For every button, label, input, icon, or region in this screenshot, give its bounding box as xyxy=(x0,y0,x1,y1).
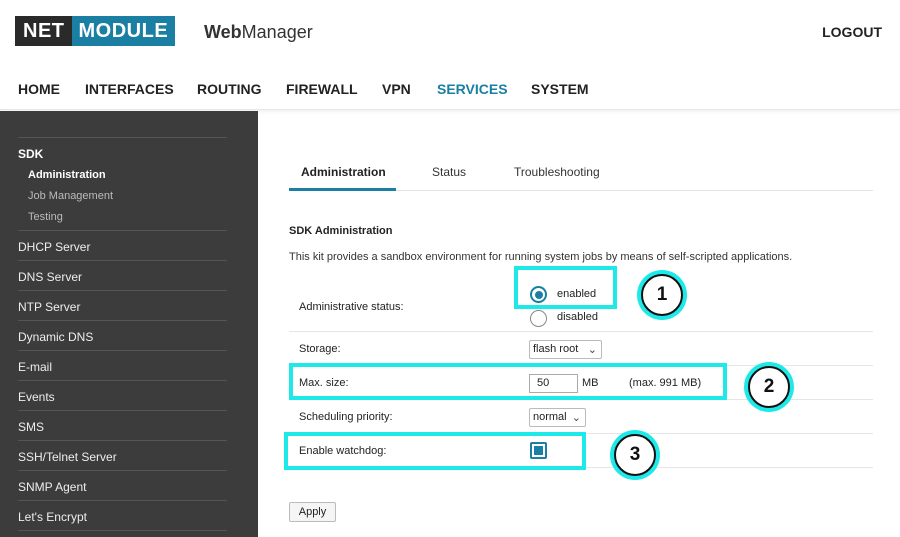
app-title-rest: Manager xyxy=(241,22,313,42)
sidebar-divider xyxy=(18,320,227,321)
sidebar-sub-testing[interactable]: Testing xyxy=(28,210,63,224)
nav-interfaces[interactable]: INTERFACES xyxy=(85,81,174,97)
nav-routing[interactable]: ROUTING xyxy=(197,81,262,97)
admin-status-label: Administrative status: xyxy=(299,301,404,313)
highlight-box-admin-status xyxy=(514,266,617,309)
annotation-badge-3: 3 xyxy=(614,434,656,476)
sidebar-divider xyxy=(18,380,227,381)
sidebar-item-ntp-server[interactable]: NTP Server xyxy=(18,300,80,314)
storage-select[interactable]: flash root ⌄ xyxy=(529,340,602,359)
active-tab-indicator xyxy=(289,188,396,191)
tab-administration[interactable]: Administration xyxy=(301,165,386,179)
nav-home[interactable]: HOME xyxy=(18,81,60,97)
radio-disabled[interactable] xyxy=(530,310,547,327)
annotation-badge-1: 1 xyxy=(641,274,683,316)
sidebar-sub-administration[interactable]: Administration xyxy=(28,168,106,182)
annotation-badge-2: 2 xyxy=(748,366,790,408)
section-title: SDK Administration xyxy=(289,225,393,237)
logout-link[interactable]: LOGOUT xyxy=(822,24,882,40)
radio-disabled-label: disabled xyxy=(557,311,598,323)
nav-firewall[interactable]: FIREWALL xyxy=(286,81,358,97)
highlight-box-max-size xyxy=(289,363,727,400)
sidebar-divider xyxy=(18,440,227,441)
nav-services[interactable]: SERVICES xyxy=(437,81,508,97)
section-description: This kit provides a sandbox environment … xyxy=(289,251,793,263)
logo-module-text: MODULE xyxy=(71,16,176,46)
app-title: WebManager xyxy=(204,22,313,42)
sidebar-divider xyxy=(18,137,227,138)
chevron-down-icon: ⌄ xyxy=(587,344,597,356)
logo-net-text: NET xyxy=(15,16,72,46)
sidebar-divider xyxy=(18,410,227,411)
storage-select-value: flash root xyxy=(533,343,579,355)
nav-system[interactable]: SYSTEM xyxy=(531,81,589,97)
sidebar-item-dhcp-server[interactable]: DHCP Server xyxy=(18,240,90,254)
sidebar-item-lets-encrypt[interactable]: Let's Encrypt xyxy=(18,510,87,524)
sidebar-divider xyxy=(18,350,227,351)
sidebar: SDK Administration Job Management Testin… xyxy=(0,111,258,537)
sidebar-item-sdk[interactable]: SDK xyxy=(18,147,43,161)
sidebar-sub-job-management[interactable]: Job Management xyxy=(28,189,113,203)
sidebar-divider xyxy=(18,530,227,531)
sidebar-divider xyxy=(18,260,227,261)
netmodule-logo: NET MODULE xyxy=(15,16,176,46)
sidebar-item-sms[interactable]: SMS xyxy=(18,420,44,434)
header: NET MODULE WebManager LOGOUT xyxy=(0,0,900,62)
sidebar-item-email[interactable]: E-mail xyxy=(18,360,52,374)
sidebar-item-dynamic-dns[interactable]: Dynamic DNS xyxy=(18,330,93,344)
row-divider xyxy=(289,331,873,332)
scheduling-priority-select[interactable]: normal ⌄ xyxy=(529,408,586,427)
sidebar-divider xyxy=(18,500,227,501)
sidebar-item-ssh-telnet-server[interactable]: SSH/Telnet Server xyxy=(18,450,117,464)
chevron-down-icon: ⌄ xyxy=(571,412,581,424)
sidebar-item-dns-server[interactable]: DNS Server xyxy=(18,270,82,284)
sidebar-divider xyxy=(18,290,227,291)
sidebar-item-events[interactable]: Events xyxy=(18,390,55,404)
scheduling-priority-value: normal xyxy=(533,411,567,423)
highlight-box-watchdog xyxy=(284,432,586,470)
sidebar-divider xyxy=(18,230,227,231)
tab-status[interactable]: Status xyxy=(432,165,466,179)
nav-vpn[interactable]: VPN xyxy=(382,81,411,97)
storage-label: Storage: xyxy=(299,343,341,355)
apply-button[interactable]: Apply xyxy=(289,502,336,522)
app-title-bold: Web xyxy=(204,22,242,42)
sidebar-item-snmp-agent[interactable]: SNMP Agent xyxy=(18,480,86,494)
tab-troubleshooting[interactable]: Troubleshooting xyxy=(514,165,600,179)
main-nav: HOME INTERFACES ROUTING FIREWALL VPN SER… xyxy=(0,62,900,110)
scheduling-priority-label: Scheduling priority: xyxy=(299,411,393,423)
sidebar-divider xyxy=(18,470,227,471)
